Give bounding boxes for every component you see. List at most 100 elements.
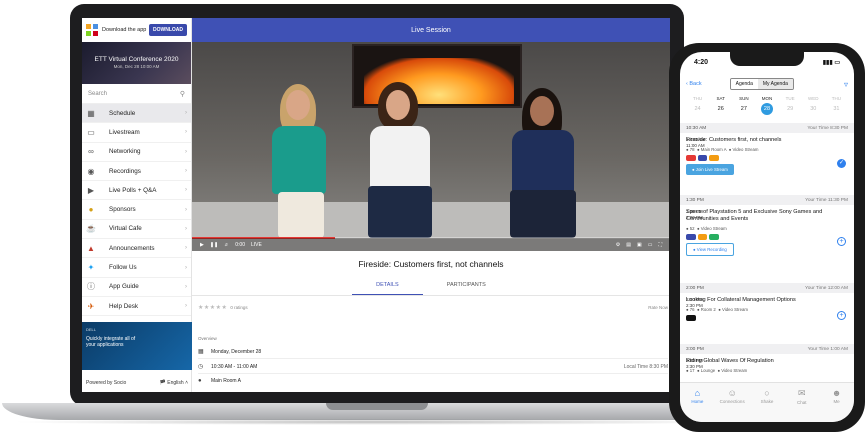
- sidebar-item-networking[interactable]: ∞ Networking ›: [82, 143, 191, 162]
- pause-icon[interactable]: ❚❚: [210, 242, 218, 248]
- session-card-meta: ● 78 ● Main Room A ● Video Stream: [686, 147, 759, 152]
- slot-time: 1:30 PM: [686, 197, 704, 203]
- powered-by-text: Powered by Socio: [86, 379, 127, 386]
- sidebar-item-schedule[interactable]: ▦ Schedule ›: [82, 104, 191, 124]
- play-icon[interactable]: ▶: [200, 242, 204, 248]
- segment-agenda[interactable]: Agenda: [730, 79, 758, 89]
- volume-icon[interactable]: ♬: [224, 242, 229, 248]
- day-item-selected[interactable]: MON 28: [758, 96, 776, 115]
- phone-screen: 4:20 ▮▮▮ ▭ ‹ Back Agenda My Agenda ▿ THU…: [680, 52, 854, 422]
- main-panel: Live Session ▶ ❚❚ ♬ 0:00 LIVE ⚙ ▤ ▣ ▭ ⛶ …: [192, 18, 670, 392]
- tab-connections[interactable]: ☺ Connections: [717, 388, 747, 422]
- sidebar: Download the app DOWNLOAD ETT Virtual Co…: [82, 18, 192, 392]
- cafe-icon: ☕: [86, 224, 96, 234]
- day-item[interactable]: THU 31: [827, 96, 845, 115]
- session-card[interactable]: 3:00 PM 3:30 PM Riding Global Waves Of Re…: [680, 358, 854, 373]
- slot-time: 2:00 PM: [686, 285, 704, 291]
- language-label: English: [167, 379, 184, 386]
- video-player[interactable]: ▶ ❚❚ ♬ 0:00 LIVE ⚙ ▤ ▣ ▭ ⛶: [192, 42, 670, 251]
- segment-my-agenda[interactable]: My Agenda: [757, 79, 793, 89]
- day-item[interactable]: WED 30: [804, 96, 822, 115]
- tab-details[interactable]: DETAILS: [352, 276, 423, 295]
- session-card-meta: ● 76 ● Room 2 ● Video Stream: [686, 307, 748, 312]
- tab-me[interactable]: ☻ Me: [822, 388, 852, 422]
- session-tags: [686, 155, 781, 161]
- sidebar-item-app-guide[interactable]: ⓘ App Guide ›: [82, 278, 191, 297]
- sidebar-item-recordings[interactable]: ◉ Recordings ›: [82, 162, 191, 182]
- time-slot-header: 1:30 PM Your Time 11:30 PM: [680, 195, 854, 205]
- megaphone-icon: ▲: [87, 243, 95, 253]
- back-button[interactable]: ‹ Back: [686, 81, 702, 87]
- cast-icon[interactable]: ▭: [648, 242, 653, 248]
- chevron-right-icon: ›: [185, 110, 187, 117]
- video-time: 0:00: [235, 241, 245, 248]
- chevron-right-icon: ›: [185, 283, 187, 290]
- search-input[interactable]: Search ⚲: [82, 84, 191, 104]
- laptop-screen: Download the app DOWNLOAD ETT Virtual Co…: [82, 18, 670, 392]
- time-slot-header: 10:30 AM Your Time 8:30 PM: [680, 123, 854, 133]
- view-recording-button[interactable]: ● View Recording: [686, 243, 734, 256]
- rate-now-link[interactable]: Rate Now: [648, 305, 668, 310]
- session-title: Fireside: Customers first, not channels: [358, 259, 504, 269]
- sidebar-item-follow-us[interactable]: ✦ Follow Us ›: [82, 258, 191, 278]
- download-button[interactable]: DOWNLOAD: [149, 24, 187, 36]
- sidebar-item-virtual-cafe[interactable]: ☕ Virtual Cafe ›: [82, 220, 191, 240]
- session-card[interactable]: 2:00 PM 2:30 PM Looking For Collateral Ma…: [680, 297, 854, 321]
- added-check-icon[interactable]: ✓: [837, 159, 846, 168]
- monitor-icon: ▭: [87, 127, 95, 137]
- sidebar-item-label: Follow Us: [109, 264, 137, 272]
- sponsor-ad-banner[interactable]: DELL Quickly integrate all of your appli…: [82, 322, 192, 370]
- sidebar-item-label: Help Desk: [109, 302, 139, 310]
- day-item[interactable]: TUE 29: [781, 96, 799, 115]
- phone-notch: [730, 52, 804, 66]
- join-live-stream-button[interactable]: ● Join Live Stream: [686, 164, 734, 175]
- sidebar-footer: Powered by Socio 🏴 English ˄: [82, 373, 192, 392]
- session-card[interactable]: 10:30 AM 11:00 AM Fireside: Customers fir…: [680, 137, 854, 175]
- sidebar-item-help-desk[interactable]: ✈ Help Desk ›: [82, 297, 191, 317]
- person-icon: ☻: [831, 388, 842, 398]
- session-card[interactable]: 1:30 PM 2:00 PM Specs of Playstation 5 an…: [680, 209, 854, 256]
- local-time: Local Time 8:30 PM: [623, 363, 668, 370]
- sidebar-item-live-polls[interactable]: ▶ Live Polls + Q&A ›: [82, 181, 191, 201]
- day-item[interactable]: THU 24: [689, 96, 707, 115]
- sidebar-item-livestream[interactable]: ▭ Livestream ›: [82, 123, 191, 143]
- filter-icon[interactable]: ▿: [844, 80, 848, 89]
- chevron-right-icon: ›: [185, 148, 187, 155]
- tab-shake[interactable]: ○ Shake: [752, 388, 782, 422]
- app-logo-icon: [86, 24, 98, 36]
- download-bar: Download the app DOWNLOAD: [82, 18, 191, 42]
- rating-row: ★★★★★ 0 ratings Rate Now: [198, 304, 668, 311]
- session-card-title: Fireside: Customers first, not channels: [686, 137, 782, 143]
- chevron-right-icon: ›: [185, 264, 187, 271]
- settings-icon[interactable]: ⚙: [616, 242, 620, 248]
- download-text: Download the app: [102, 27, 147, 33]
- slot-your-time: Your Time 8:30 PM: [807, 125, 848, 131]
- sidebar-item-label: Live Polls + Q&A: [109, 186, 157, 194]
- sidebar-item-label: Announcements: [109, 244, 155, 252]
- tab-home[interactable]: ⌂ Home: [682, 388, 712, 422]
- help-icon: ✈: [87, 301, 95, 311]
- day-item[interactable]: SUN 27: [735, 96, 753, 115]
- tab-chat[interactable]: ✉ Chat: [787, 388, 817, 422]
- captions-icon[interactable]: ▤: [626, 242, 631, 248]
- time-slot-header: 3:00 PM Your Time 1:00 AM: [680, 344, 854, 354]
- agenda-segmented-control: Agenda My Agenda: [729, 78, 794, 90]
- day-item[interactable]: SAT 26: [712, 96, 730, 115]
- tab-participants[interactable]: PARTICIPANTS: [423, 276, 510, 295]
- sidebar-item-announcements[interactable]: ▲ Announcements ›: [82, 239, 191, 259]
- add-to-agenda-icon[interactable]: +: [837, 237, 846, 246]
- session-card-meta: ● 52 ● Video Stream: [686, 226, 727, 231]
- sidebar-item-label: Virtual Cafe: [109, 225, 142, 233]
- sidebar-item-sponsors[interactable]: ● Sponsors ›: [82, 200, 191, 220]
- fullscreen-icon[interactable]: ⛶: [658, 242, 662, 248]
- page-title: Live Session: [192, 18, 670, 42]
- language-selector[interactable]: 🏴 English ˄: [160, 380, 188, 386]
- slot-your-time: Your Time 1:00 AM: [807, 346, 848, 352]
- pip-icon[interactable]: ▣: [637, 242, 642, 248]
- event-banner: ETT Virtual Conference 2020 Mon, Dec 28 …: [82, 42, 191, 84]
- chat-icon: ✉: [798, 388, 806, 398]
- rating-stars[interactable]: ★★★★★: [198, 304, 227, 311]
- fireplace-screen: [352, 44, 522, 108]
- video-controls: ▶ ❚❚ ♬ 0:00 LIVE ⚙ ▤ ▣ ▭ ⛶: [192, 238, 670, 251]
- add-to-agenda-icon[interactable]: +: [837, 311, 846, 320]
